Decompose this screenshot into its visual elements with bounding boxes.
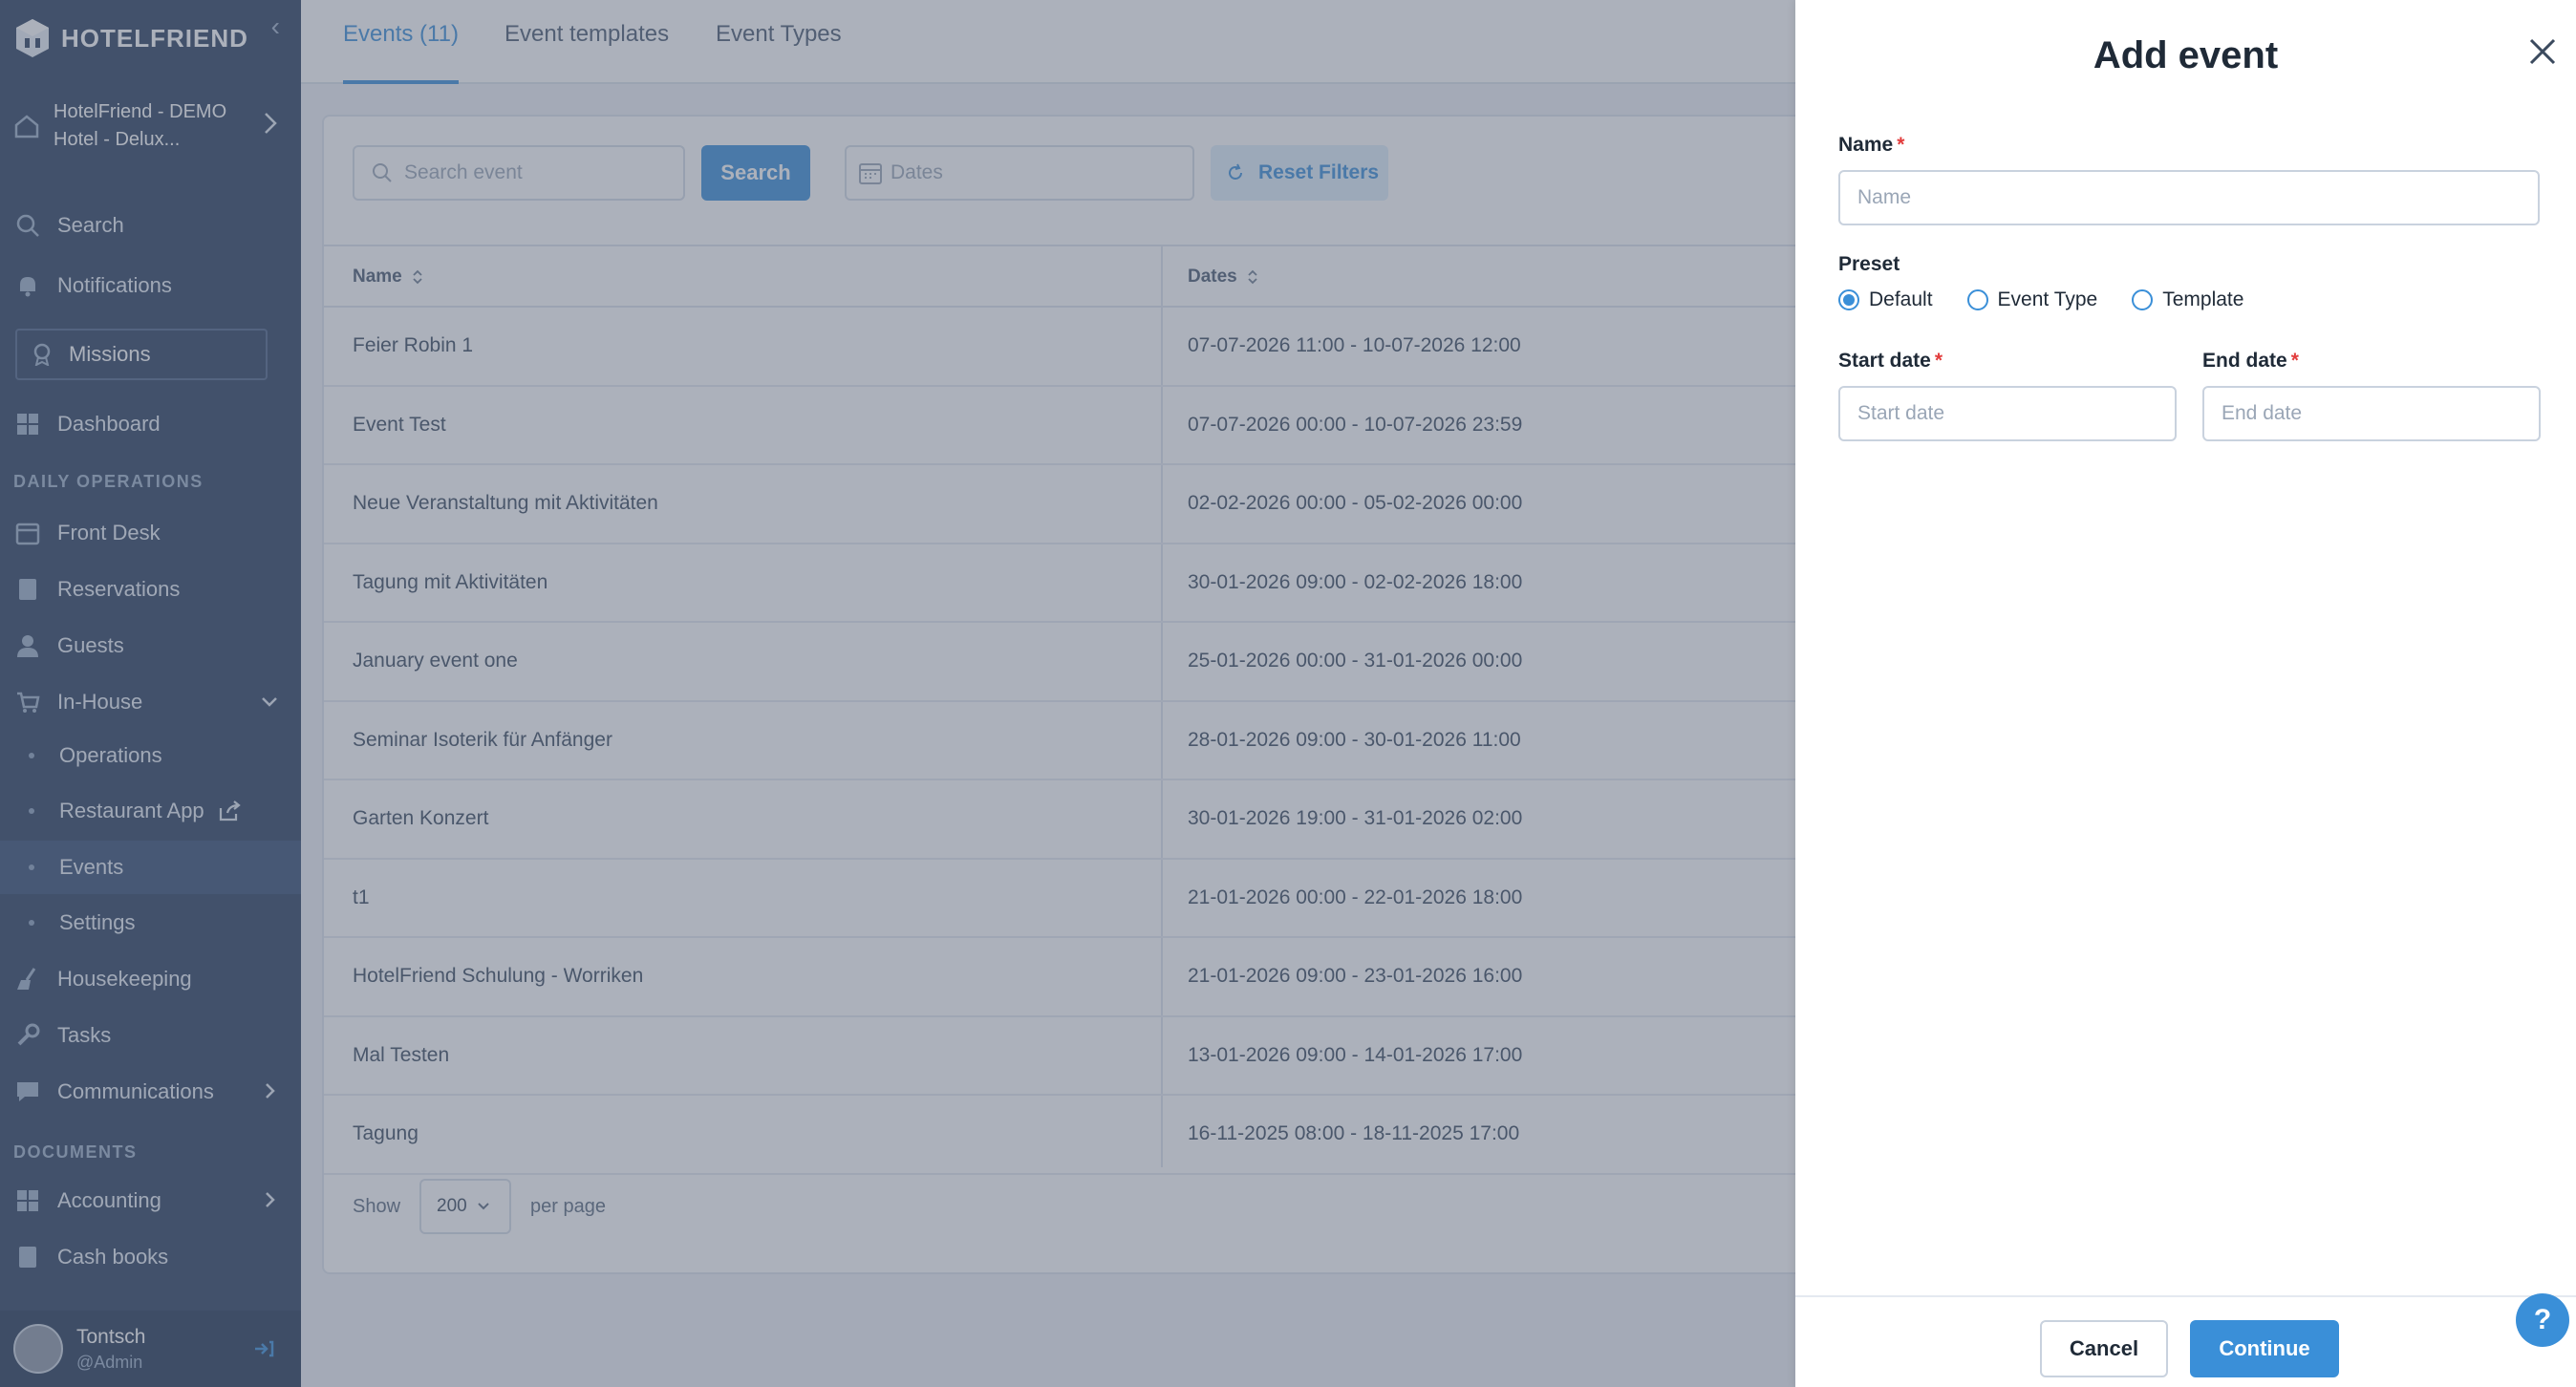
required-mark: *: [1934, 350, 1943, 372]
preset-radio-group: Default Event Type Template: [1838, 288, 2278, 311]
help-button[interactable]: ?: [2516, 1293, 2569, 1347]
required-mark: *: [2290, 350, 2299, 372]
start-date-label-text: Start date: [1838, 350, 1931, 372]
continue-button[interactable]: Continue: [2190, 1320, 2339, 1377]
preset-option-label: Event Type: [1997, 288, 2098, 310]
preset-option-default[interactable]: Default: [1838, 288, 1933, 311]
end-date-label: End date *: [2202, 350, 2299, 373]
radio-unchecked-icon: [1966, 289, 1988, 310]
end-date-label-text: End date: [2202, 350, 2287, 372]
name-field[interactable]: [1838, 170, 2540, 225]
name-label-text: Name: [1838, 134, 1894, 156]
modal-backdrop[interactable]: [0, 0, 1795, 1387]
start-date-field[interactable]: [1838, 386, 2177, 441]
preset-option-event-type[interactable]: Event Type: [1966, 288, 2098, 311]
start-date-label: Start date *: [1838, 350, 1943, 373]
end-date-field[interactable]: [2202, 386, 2541, 441]
preset-option-template[interactable]: Template: [2132, 288, 2243, 311]
cancel-button[interactable]: Cancel: [2040, 1320, 2168, 1377]
required-mark: *: [1897, 134, 1905, 156]
preset-label: Preset: [1838, 253, 1900, 275]
drawer-footer: Cancel Continue: [1795, 1295, 2576, 1387]
radio-unchecked-icon: [2132, 289, 2154, 310]
name-label: Name *: [1838, 134, 1904, 157]
preset-option-label: Default: [1869, 288, 1933, 310]
add-event-drawer: Add event Name* Preset Default Event Typ…: [1795, 0, 2576, 1387]
radio-checked-icon: [1838, 289, 1859, 310]
close-icon[interactable]: [2527, 36, 2558, 67]
drawer-title: Add event: [2093, 34, 2279, 76]
preset-option-label: Template: [2162, 288, 2244, 310]
